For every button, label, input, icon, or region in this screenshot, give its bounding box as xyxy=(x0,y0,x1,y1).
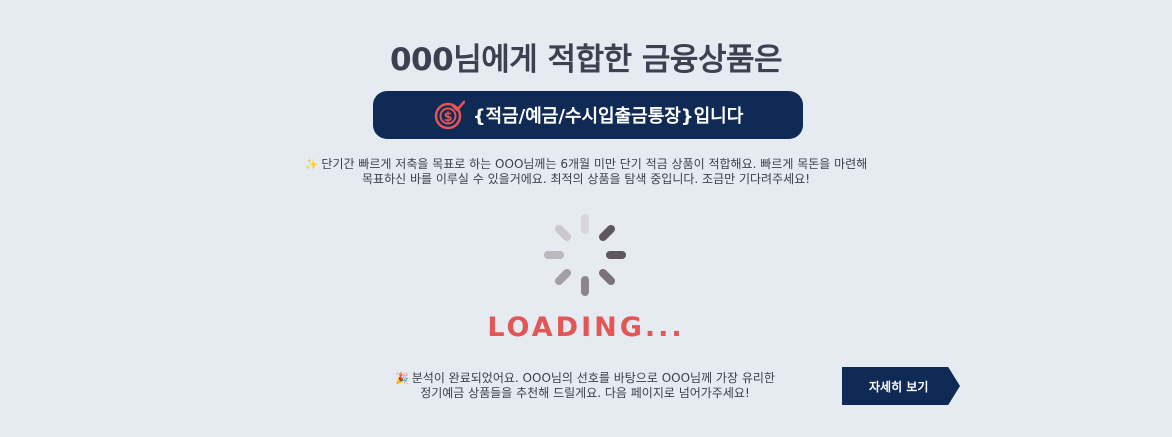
page-title: 000님에게 적합한 금융상품은 xyxy=(389,42,783,78)
result-text: {적금/예금/수시입출금통장}입니다 xyxy=(472,106,744,127)
description-line-2: 목표하신 바를 이루실 수 있을거에요. 최적의 상품을 탐색 중입니다. 조금… xyxy=(361,172,811,186)
detail-button[interactable]: 자세히 보기 xyxy=(842,367,960,405)
sparkle-icon: ✨ xyxy=(304,158,319,171)
completion-line-1: 🎉 분석이 완료되었어요. OOO님의 선호를 바탕으로 OOO님께 가장 유리한 xyxy=(395,371,775,385)
svg-text:$: $ xyxy=(443,110,452,125)
result-banner: $ {적금/예금/수시입출금통장}입니다 xyxy=(373,91,803,139)
spinner-icon xyxy=(538,210,632,304)
dollar-check-icon: $ xyxy=(433,99,465,131)
loading-text: LOADING... xyxy=(487,312,685,343)
completion-text: 🎉 분석이 완료되었어요. OOO님의 선호를 바탕으로 OOO님께 가장 유리한… xyxy=(370,371,800,401)
description-line-1: ✨ 단기간 빠르게 저축을 목표로 하는 OOO님께는 6개월 미만 단기 적금 … xyxy=(304,157,868,171)
description-text: ✨ 단기간 빠르게 저축을 목표로 하는 OOO님께는 6개월 미만 단기 적금 … xyxy=(0,157,1172,187)
party-popper-icon: 🎉 xyxy=(395,372,409,385)
completion-line-2: 정기예금 상품들을 추천해 드릴게요. 다음 페이지로 넘어가주세요! xyxy=(420,386,750,400)
